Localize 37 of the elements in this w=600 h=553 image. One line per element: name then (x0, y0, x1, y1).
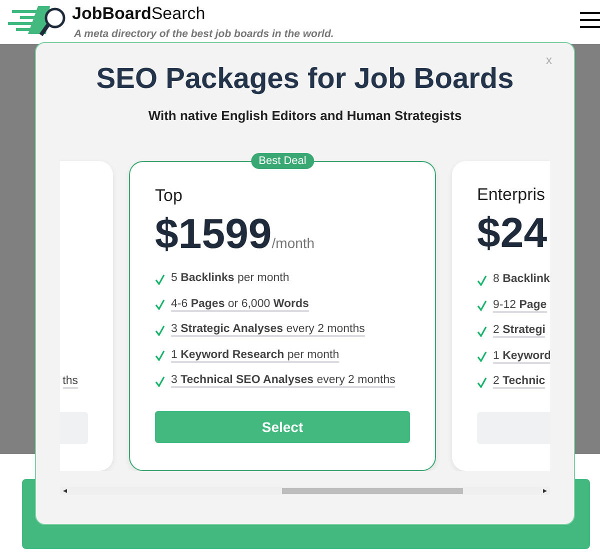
feature-text: 8 Backlink (493, 273, 550, 288)
check-icon (155, 274, 165, 285)
modal-subtitle: With native English Editors and Human Strategists (148, 108, 462, 123)
scroll-right-icon[interactable] (543, 489, 547, 493)
feature-text: 4-6 Pages or 6,000 Words (171, 298, 309, 312)
feature-text: 1 Keyword Research per month (171, 348, 340, 363)
plan-name: Enterpris (477, 185, 546, 205)
brand-name[interactable]: JobBoardSearch (72, 4, 334, 24)
menu-icon[interactable] (580, 12, 600, 28)
feature-text: ths (62, 375, 78, 390)
plan-price: $1599 (155, 210, 272, 258)
check-icon (477, 300, 487, 312)
feature-text: 3 Strategic Analyses every 2 months (171, 323, 365, 338)
check-icon (477, 274, 487, 286)
tagline: A meta directory of the best job boards in the world. (74, 28, 334, 40)
check-icon (477, 351, 487, 362)
feature-text: 9-12 Page (493, 298, 547, 313)
feature-text: 2 Strategi (493, 324, 546, 338)
price-period: /month (272, 235, 315, 251)
close-button[interactable]: x (546, 53, 552, 67)
check-icon (155, 350, 165, 362)
feature-text: 2 Technic (493, 375, 546, 390)
check-icon (155, 299, 165, 310)
horizontal-scrollbar[interactable] (60, 487, 550, 495)
check-icon (155, 324, 165, 336)
modal-title: SEO Packages for Job Boards (96, 63, 514, 96)
plan-name: Top (155, 186, 184, 206)
scroll-left-icon[interactable] (63, 489, 67, 493)
select-button[interactable]: Select (155, 411, 410, 443)
feature-text: 5 Backlinks per month (171, 272, 290, 286)
check-icon (477, 326, 487, 337)
check-icon (155, 376, 165, 387)
check-icon (477, 376, 487, 388)
best-deal-badge: Best Deal (250, 153, 314, 169)
feature-text: 3 Technical SEO Analyses every 2 months (171, 374, 396, 388)
scrollbar-thumb[interactable] (282, 488, 463, 494)
plan-price: $24 (477, 209, 548, 257)
